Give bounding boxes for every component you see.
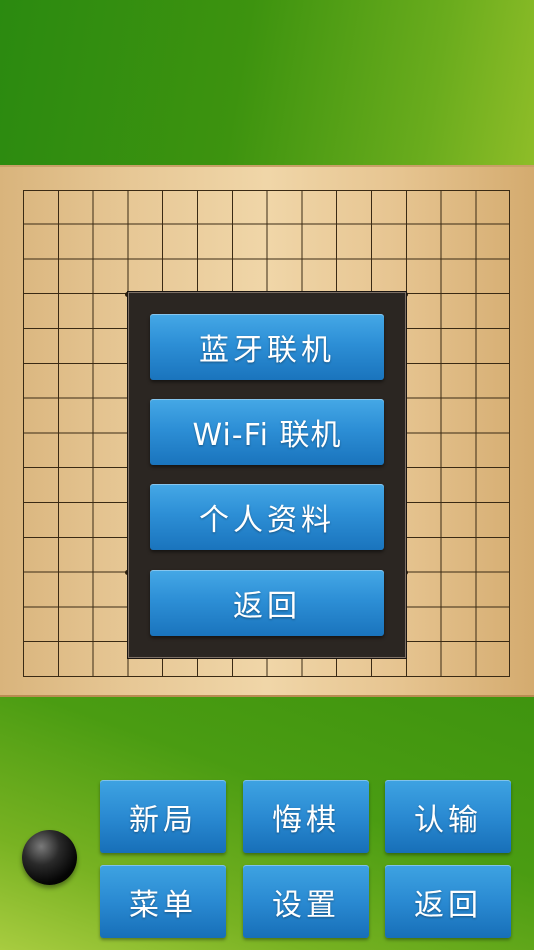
- profile-button[interactable]: 个人资料: [150, 484, 384, 550]
- dialog-back-button[interactable]: 返回: [150, 570, 384, 636]
- settings-button[interactable]: 设置: [243, 865, 369, 938]
- black-stone-icon: [22, 830, 77, 885]
- menu-button[interactable]: 菜单: [100, 865, 226, 938]
- new-game-button[interactable]: 新局: [100, 780, 226, 853]
- wifi-button[interactable]: Wi-Fi 联机: [150, 399, 384, 465]
- resign-button[interactable]: 认输: [385, 780, 511, 853]
- top-background: [0, 0, 534, 165]
- bluetooth-button[interactable]: 蓝牙联机: [150, 314, 384, 380]
- back-button[interactable]: 返回: [385, 865, 511, 938]
- undo-button[interactable]: 悔棋: [243, 780, 369, 853]
